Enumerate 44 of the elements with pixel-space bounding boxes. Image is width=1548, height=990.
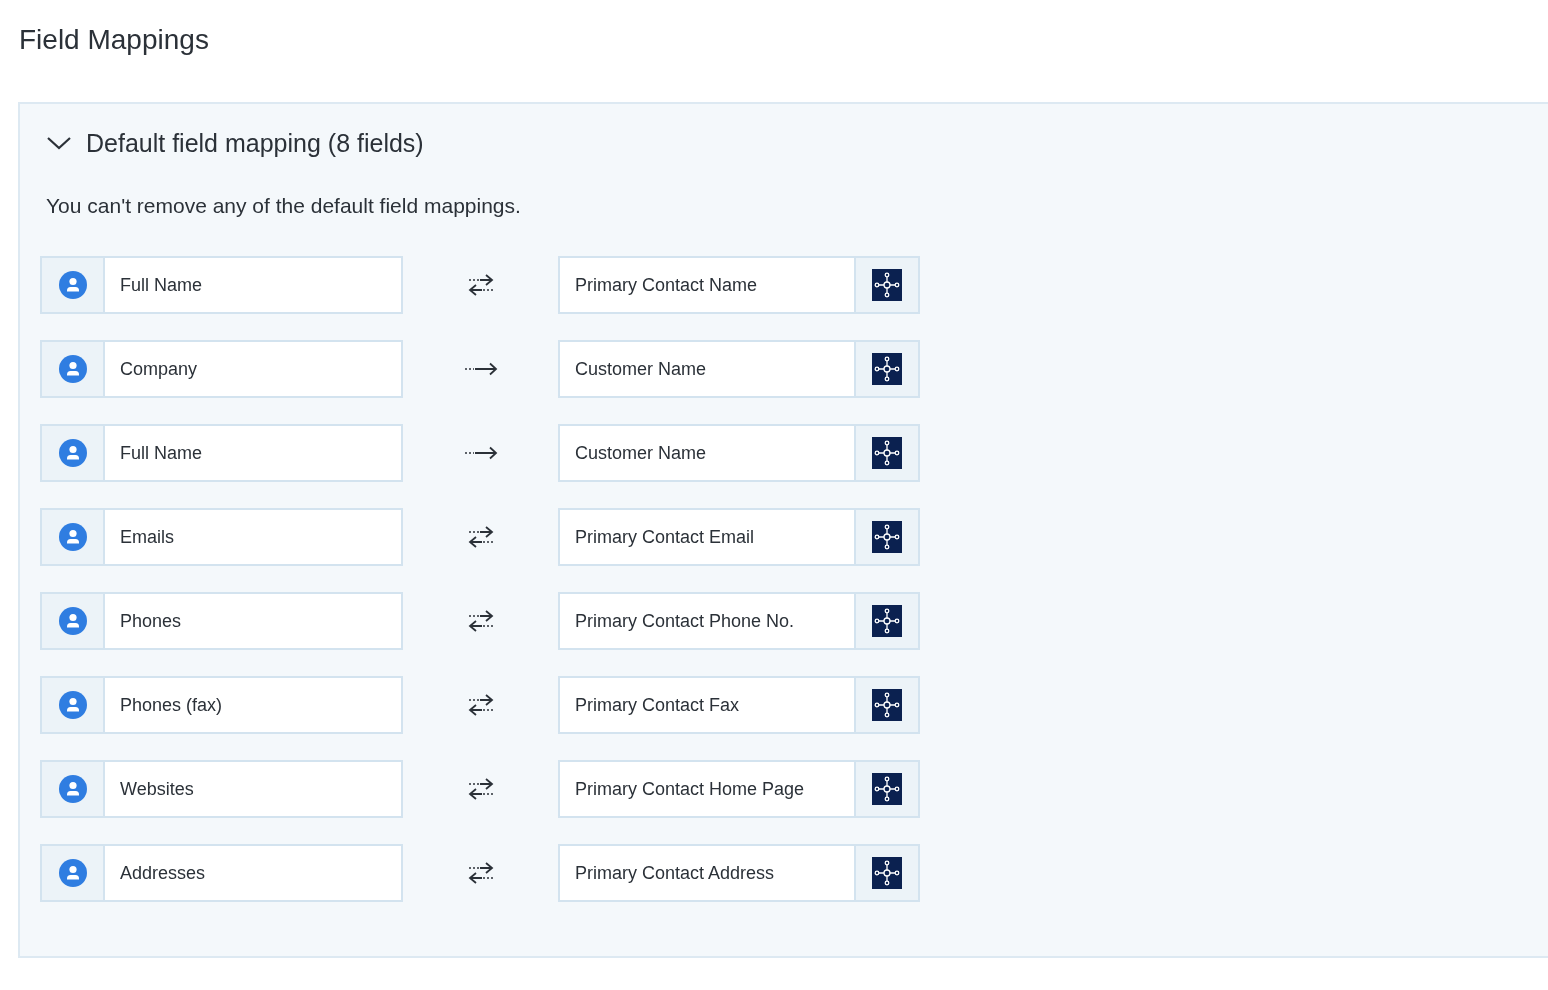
source-field: Addresses	[40, 844, 403, 902]
person-icon	[58, 859, 87, 887]
hub-icon	[872, 605, 902, 637]
hub-icon	[872, 773, 902, 805]
target-field: Primary Contact Fax	[558, 676, 920, 734]
target-field: Primary Contact Name	[558, 256, 920, 314]
person-icon	[58, 355, 87, 383]
person-icon	[58, 271, 87, 299]
two-way-arrow-icon	[466, 861, 495, 885]
right-arrow-icon	[463, 446, 498, 460]
hub-icon	[872, 521, 902, 553]
chevron-icon	[46, 135, 72, 151]
hub-icon	[872, 269, 902, 301]
hub-icon	[872, 857, 902, 889]
two-way-arrow-icon	[466, 693, 495, 717]
page-title: Field Mappings	[19, 23, 210, 57]
info-text: You can't remove any of the default field mappings.	[46, 193, 522, 219]
source-field: Company	[40, 340, 403, 398]
person-icon	[58, 523, 87, 551]
target-field: Primary Contact Home Page	[558, 760, 920, 818]
two-way-arrow-icon	[466, 525, 495, 549]
hub-icon	[872, 689, 902, 721]
person-icon	[58, 691, 87, 719]
source-field: Full Name	[40, 256, 403, 314]
source-field: Phones (fax)	[40, 676, 403, 734]
target-field: Primary Contact Phone No.	[558, 592, 920, 650]
hub-icon	[872, 437, 902, 469]
target-field: Primary Contact Email	[558, 508, 920, 566]
two-way-arrow-icon	[466, 777, 495, 801]
target-field: Customer Name	[558, 340, 920, 398]
source-field: Websites	[40, 760, 403, 818]
target-field: Primary Contact Address	[558, 844, 920, 902]
person-icon	[58, 607, 87, 635]
source-field: Emails	[40, 508, 403, 566]
person-icon	[58, 439, 87, 467]
source-field: Phones	[40, 592, 403, 650]
two-way-arrow-icon	[466, 609, 495, 633]
source-field: Full Name	[40, 424, 403, 482]
person-icon	[58, 775, 87, 803]
hub-icon	[872, 353, 902, 385]
two-way-arrow-icon	[466, 273, 495, 297]
right-arrow-icon	[463, 362, 498, 376]
section-toggle[interactable]: Default field mapping (8 fields)	[40, 128, 424, 158]
target-field: Customer Name	[558, 424, 920, 482]
